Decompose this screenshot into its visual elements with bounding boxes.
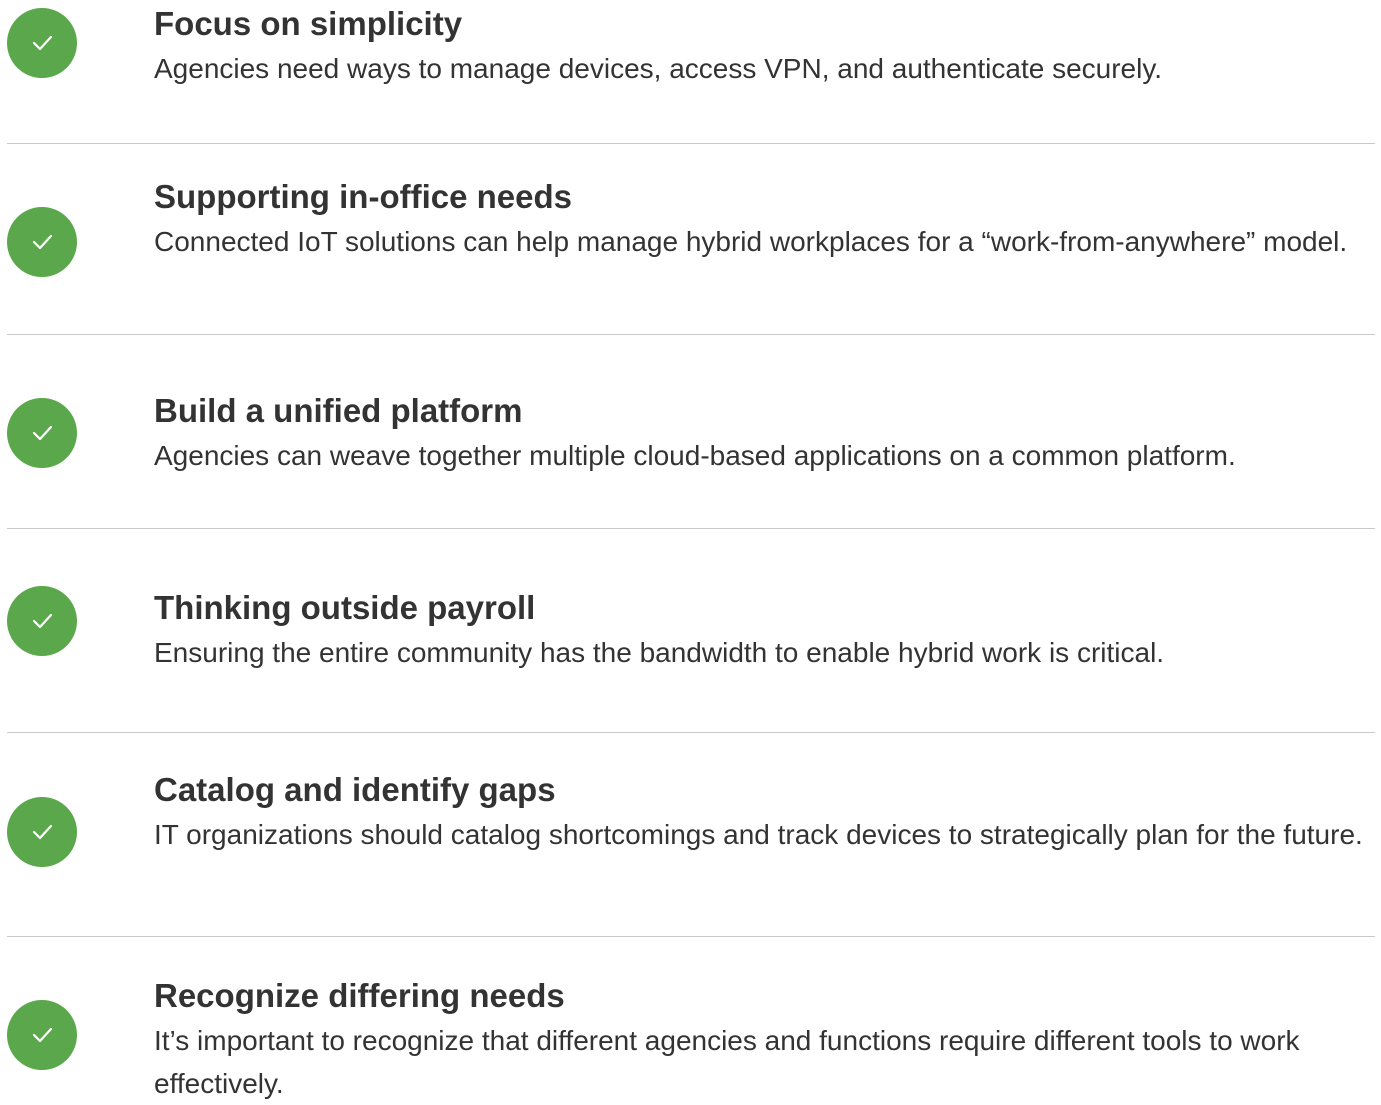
item-description: Agencies need ways to manage devices, ac… — [154, 53, 1163, 84]
check-icon — [7, 8, 77, 78]
item-description: Connected IoT solutions can help manage … — [154, 226, 1348, 257]
item-description: Ensuring the entire community has the ba… — [154, 637, 1165, 668]
check-icon — [7, 207, 77, 277]
item-title: Focus on simplicity — [154, 5, 463, 42]
item-title: Recognize differing needs — [154, 977, 565, 1014]
item-title: Build a unified platform — [154, 392, 523, 429]
item-title: Supporting in-office needs — [154, 178, 572, 215]
divider — [7, 143, 1375, 144]
item-title: Thinking outside payroll — [154, 589, 536, 626]
item-description: IT organizations should catalog shortcom… — [154, 819, 1363, 850]
item-description: It’s important to recognize that differe… — [154, 1025, 1300, 1099]
divider — [7, 732, 1375, 733]
divider — [7, 936, 1375, 937]
divider — [7, 334, 1375, 335]
check-icon — [7, 398, 77, 468]
check-icon — [7, 797, 77, 867]
divider — [7, 528, 1375, 529]
item-title: Catalog and identify gaps — [154, 771, 556, 808]
check-icon — [7, 1000, 77, 1070]
check-icon — [7, 586, 77, 656]
item-description: Agencies can weave together multiple clo… — [154, 440, 1236, 471]
